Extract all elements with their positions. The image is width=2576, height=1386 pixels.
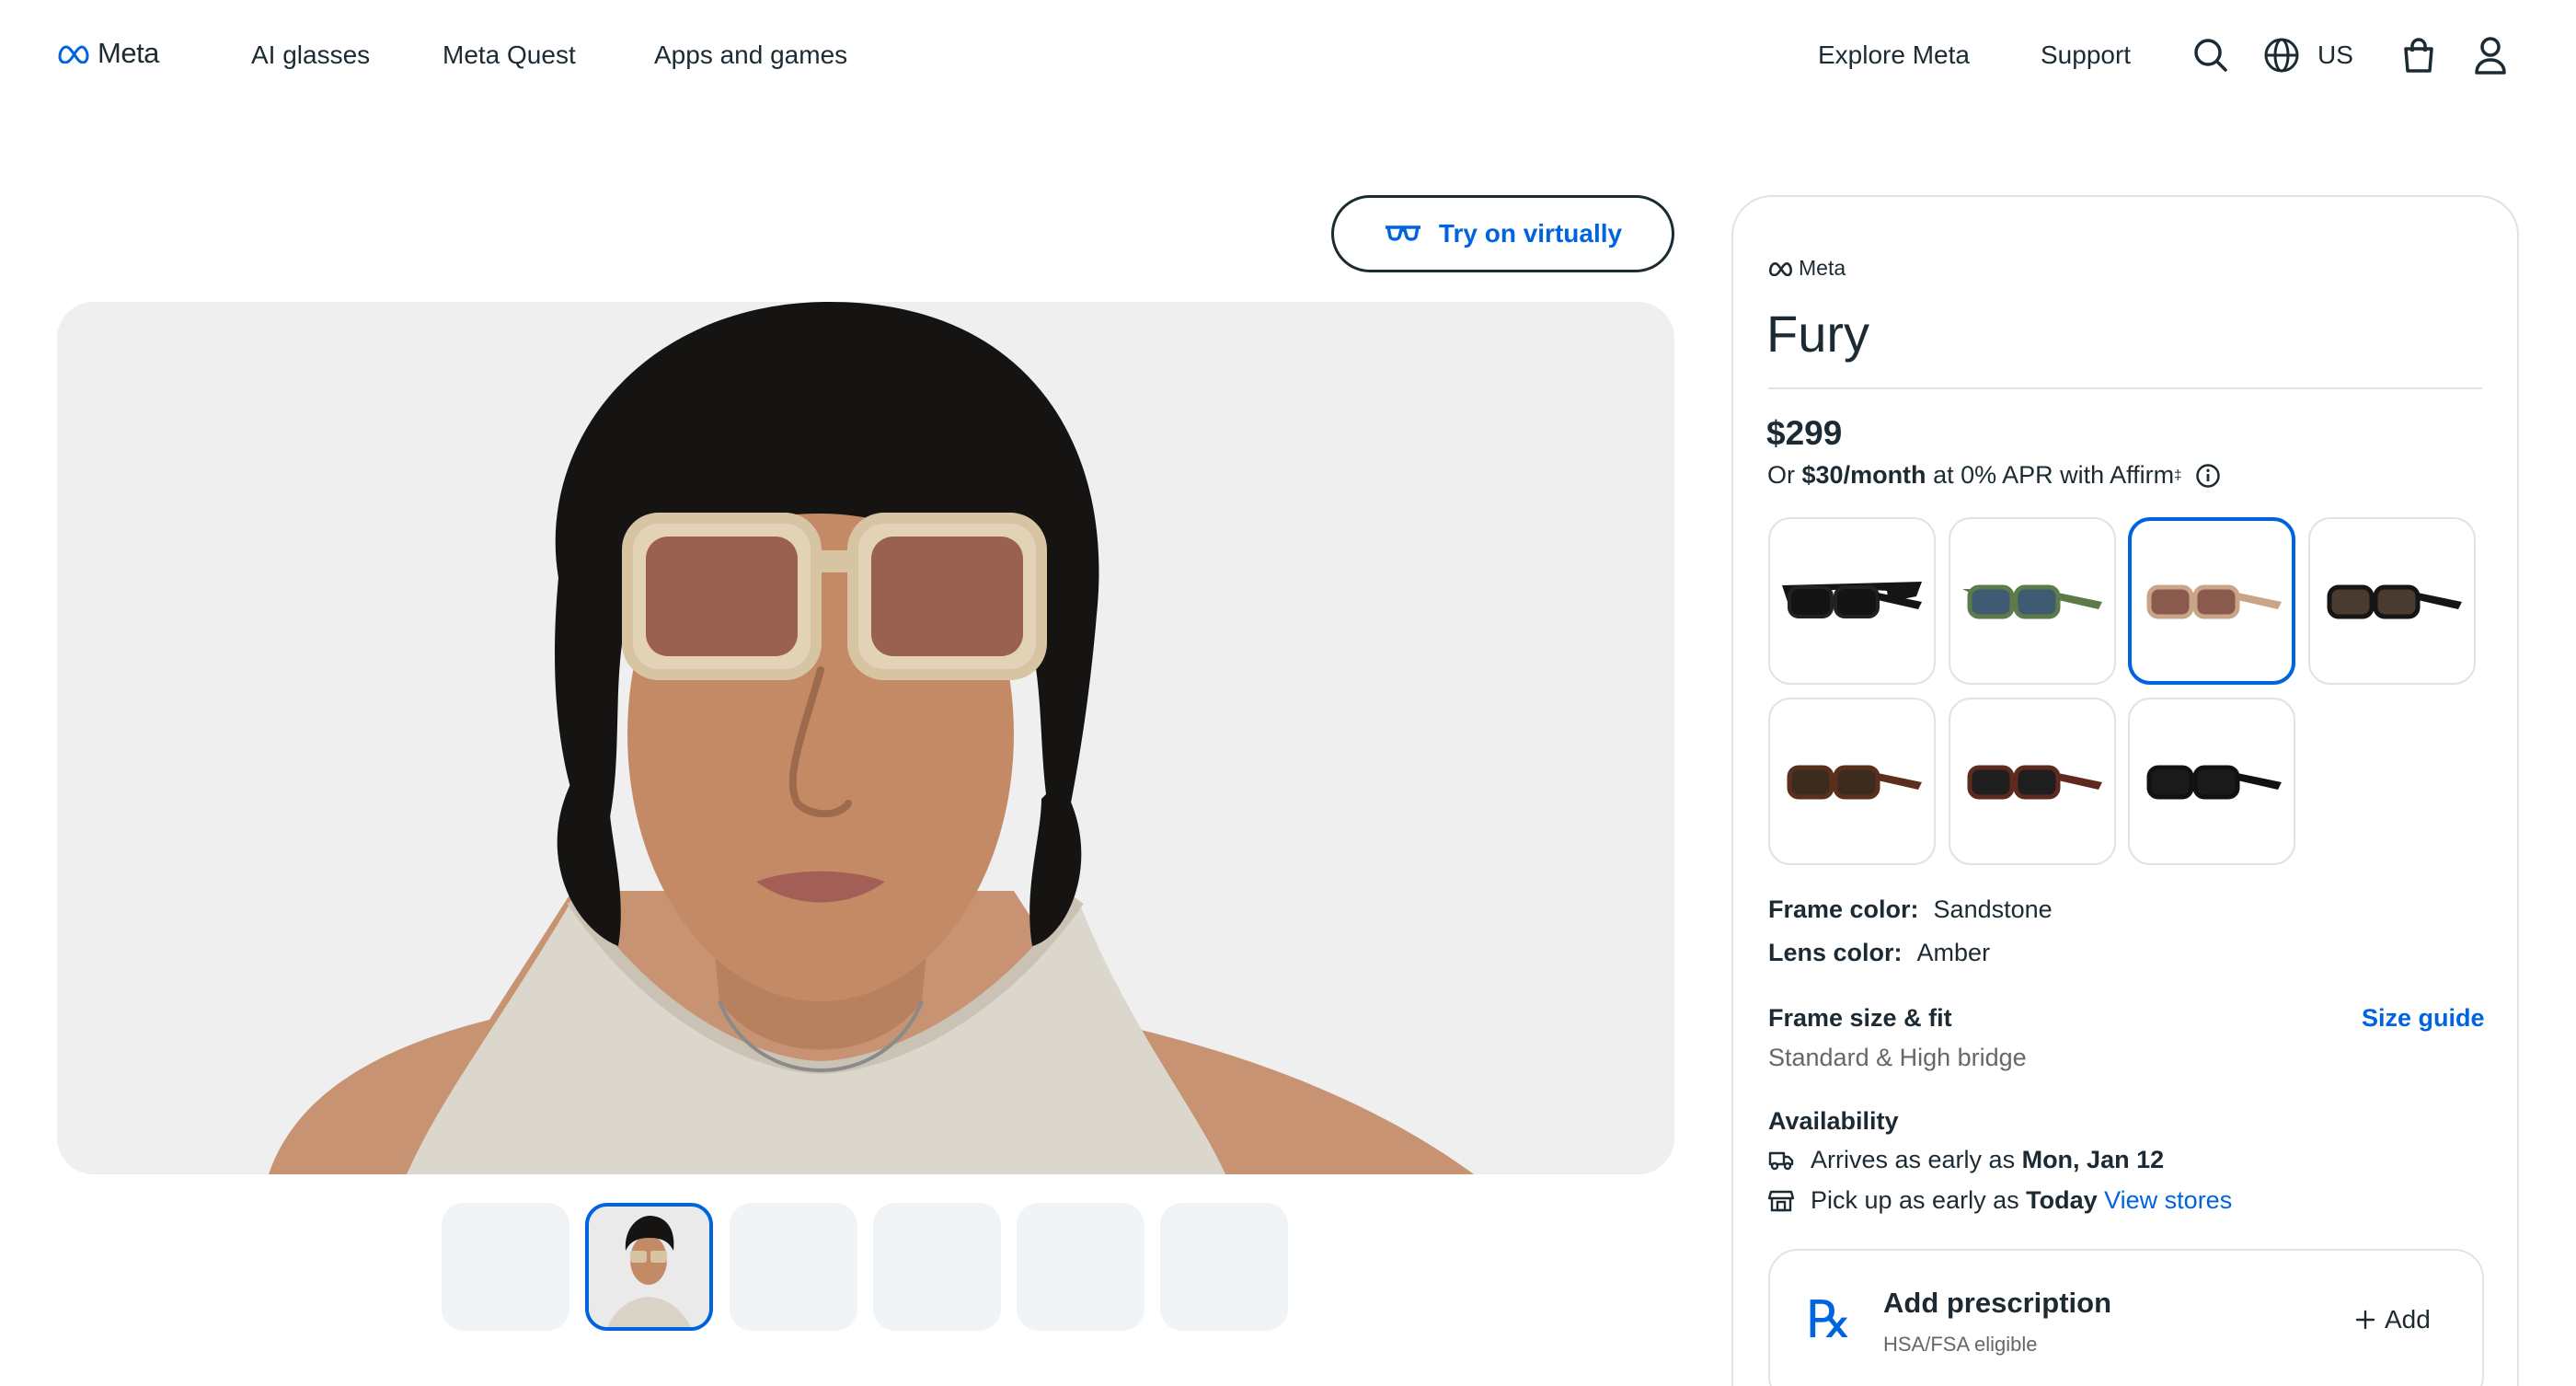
logo-text: Meta [98,37,159,69]
store-icon [1768,1190,1794,1211]
meta-infinity-icon [58,45,89,64]
sunglasses-black-icon [1782,582,1922,618]
sunglasses-matte-black-icon [2146,765,2282,800]
sunglasses-tortoise-dark-icon [1967,765,2102,800]
nav-apps-and-games[interactable]: Apps and games [654,40,847,70]
lens-color-value: Amber [1916,939,1991,966]
try-on-label: Try on virtually [1438,219,1623,248]
frame-color-row: Frame color: Sandstone [1768,895,2053,924]
gallery-thumbnail-5[interactable] [1017,1203,1144,1331]
prescription-rx-icon: ℞ [1806,1290,1853,1350]
plus-icon [2355,1310,2375,1330]
nav-meta-quest[interactable]: Meta Quest [443,40,576,70]
add-prescription-button[interactable]: Add [2355,1305,2431,1334]
pickup-prefix: Pick up as early as [1811,1186,2027,1214]
gallery-thumbnail-6[interactable] [1160,1203,1288,1331]
model-wearing-glasses-image [57,302,1674,1174]
financing-footnote: ‡ [2174,468,2182,483]
top-navigation: Meta AI glasses Meta Quest Apps and game… [0,0,2576,114]
thumbnail-model-image [589,1207,709,1327]
title-divider [1768,387,2482,389]
glasses-icon [1385,225,1420,241]
frame-size-title: Frame size & fit [1768,1004,1952,1032]
meta-infinity-small-icon [1768,261,1793,276]
pickup-row: Pick up as early as Today View stores [1768,1186,2232,1215]
product-price: $299 [1766,414,1843,452]
frame-color-value: Sandstone [1933,895,2053,923]
sunglasses-green-icon [1962,584,2102,619]
shopping-bag-icon[interactable] [2398,35,2439,75]
gallery-thumbnail-1[interactable] [442,1203,569,1331]
swatch-tortoise-dark[interactable] [1949,698,2116,865]
swatch-black-brown[interactable] [2308,517,2476,685]
swatch-tortoise-brown[interactable] [1768,698,1936,865]
view-stores-link[interactable]: View stores [2104,1186,2232,1214]
lens-color-row: Lens color: Amber [1768,939,1990,967]
gallery-thumbnail-3[interactable] [730,1203,857,1331]
product-hero-image[interactable] [57,302,1674,1174]
product-brand: Meta [1768,256,1846,281]
swatch-sandstone-amber[interactable] [2128,517,2295,685]
gallery-thumbnail-4[interactable] [873,1203,1001,1331]
add-label: Add [2385,1305,2431,1334]
delivery-truck-icon [1768,1151,1794,1170]
nav-explore-meta[interactable]: Explore Meta [1818,40,1970,70]
prescription-subtitle: HSA/FSA eligible [1883,1333,2038,1356]
frame-color-label: Frame color: [1768,895,1919,923]
financing-prefix: Or [1767,461,1795,489]
frame-size-value: Standard & High bridge [1768,1044,2027,1071]
arrives-prefix: Arrives as early as [1811,1146,2022,1173]
arrives-date: Mon, Jan 12 [2021,1146,2165,1173]
financing-text: Or $30/month at 0% APR with Affirm ‡ [1767,461,2221,490]
meta-logo[interactable]: Meta [57,37,159,70]
swatch-green-blue[interactable] [1949,517,2116,685]
pickup-date: Today [2026,1186,2098,1214]
globe-icon[interactable] [2261,35,2302,75]
nav-ai-glasses[interactable]: AI glasses [251,40,370,70]
lens-color-label: Lens color: [1768,939,1903,966]
try-on-virtually-button[interactable]: Try on virtually [1331,195,1674,272]
product-title: Fury [1766,305,1869,363]
brand-text: Meta [1799,256,1846,280]
region-label[interactable]: US [2317,40,2353,70]
account-icon[interactable] [2470,35,2511,75]
swatch-matte-black[interactable] [2128,698,2295,865]
gallery-thumbnail-2[interactable] [585,1203,713,1331]
delivery-row: Arrives as early as Mon, Jan 12 [1768,1146,2164,1174]
sunglasses-sandstone-icon [2146,584,2282,619]
nav-support[interactable]: Support [2041,40,2131,70]
availability-title: Availability [1768,1107,1899,1135]
size-guide-link[interactable]: Size guide [2362,1004,2485,1033]
swatch-black-g15-green[interactable] [1768,517,1936,685]
sunglasses-black-brown-icon [2327,584,2462,619]
info-icon[interactable] [2195,463,2221,489]
financing-suffix: at 0% APR with Affirm [1933,461,2175,489]
financing-amount: $30/month [1801,461,1926,489]
sunglasses-tortoise-icon [1787,765,1922,800]
search-icon[interactable] [2191,35,2231,75]
prescription-title: Add prescription [1883,1287,2112,1319]
